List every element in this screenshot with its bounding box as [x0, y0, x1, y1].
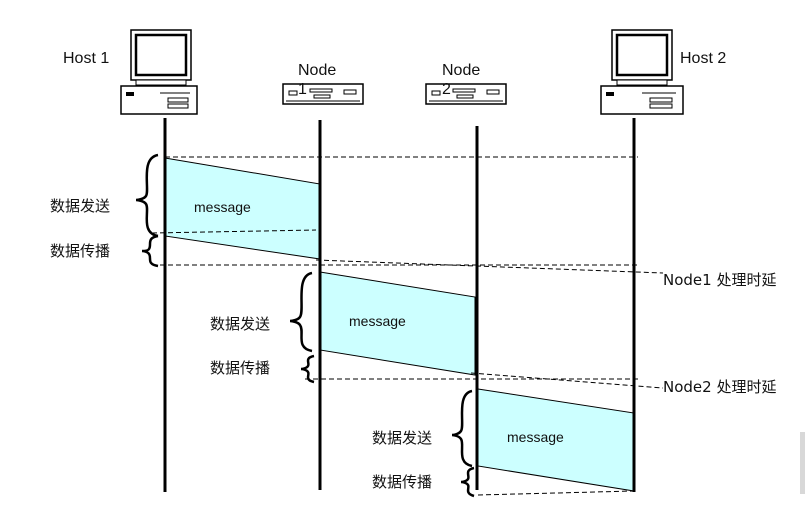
node2-label-line1: Node	[442, 62, 480, 79]
brace-propagate-3	[460, 466, 475, 498]
host1-label: Host 1	[63, 50, 109, 67]
scroll-edge	[800, 432, 805, 494]
node1-label-line1: Node	[298, 62, 336, 79]
message-label-1: message	[194, 199, 251, 215]
propagate-label-2: 数据传播	[210, 359, 270, 377]
brace-send-3	[451, 389, 473, 468]
message-label-3: message	[507, 429, 564, 445]
send-label-2: 数据发送	[210, 315, 270, 333]
brace-propagate-2	[300, 354, 315, 384]
brace-send-2	[289, 271, 313, 353]
packet-timing-diagram: Host 1 Node 1 Node 2 Host 2 message mess…	[50, 29, 805, 498]
send-label-3: 数据发送	[372, 429, 432, 447]
propagate-label-3: 数据传播	[372, 473, 432, 491]
send-label-1: 数据发送	[50, 197, 110, 215]
host1-computer-icon	[120, 29, 198, 115]
node1-delay-label: Node1 处理时延	[663, 271, 776, 289]
brace-send-1	[135, 153, 159, 238]
host2-computer-icon	[600, 29, 684, 115]
node1-router-icon	[282, 83, 364, 105]
node2-delay-label: Node2 处理时延	[663, 378, 776, 396]
host2-label: Host 2	[680, 50, 726, 67]
brace-propagate-1	[141, 234, 159, 268]
node2-label-line2: 2	[442, 81, 451, 98]
propagate-label-1: 数据传播	[50, 242, 110, 260]
node1-label-line2: 1	[298, 81, 307, 98]
node2-router-icon	[425, 83, 507, 105]
message-label-2: message	[349, 313, 406, 329]
